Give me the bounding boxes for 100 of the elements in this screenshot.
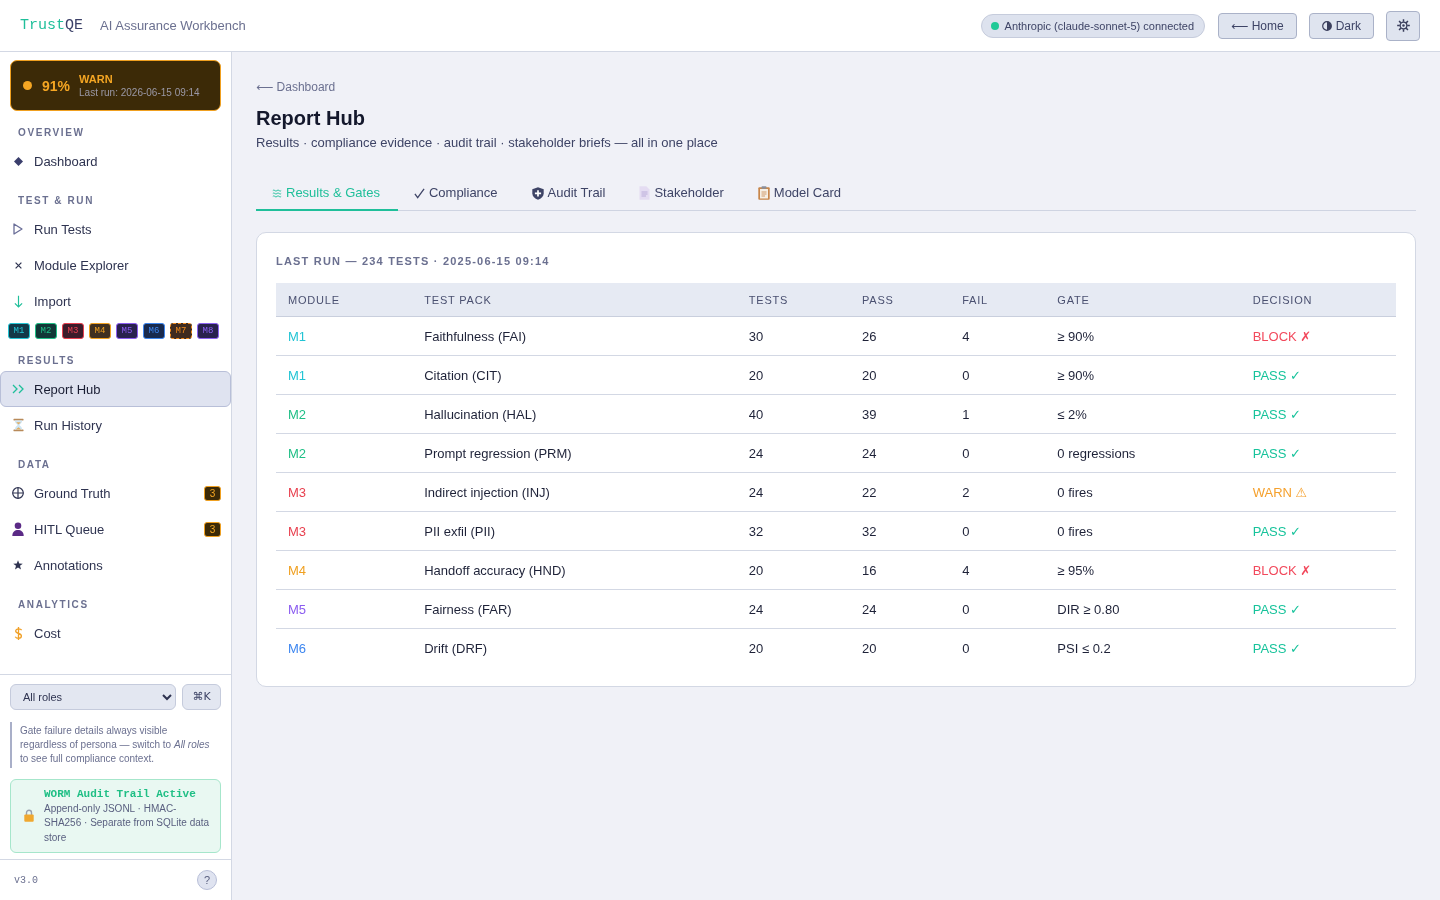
nav-item[interactable]: Report Hub [0,371,231,407]
nav-item[interactable]: Module Explorer [0,247,231,283]
module-chip[interactable]: M7 [170,323,192,339]
header-button[interactable]: ⟵ Home [1218,12,1297,39]
table-cell: M4 [276,550,413,590]
module-chip[interactable]: M8 [197,323,219,339]
table-cell: PASS ✓ [1240,628,1396,667]
cross-icon [14,261,22,269]
table-cell: M1 [276,355,413,395]
table-cell: 0 [950,433,1046,473]
nav-item[interactable]: Import [0,283,231,319]
hourglass-icon [12,418,24,432]
section-heading: TEST & RUN [17,194,95,207]
table-cell: 0 [950,511,1046,551]
nav-item[interactable]: Dashboard [0,143,231,179]
column-header: TESTS [736,283,850,317]
table-cell: Hallucination (HAL) [412,394,737,434]
table-cell: Indirect injection (INJ) [412,472,737,512]
document-icon [639,186,651,200]
version-label: v3.0 [14,874,38,886]
nav-item[interactable]: Cost [0,615,231,651]
play-icon [13,223,23,235]
role-select[interactable]: All roles [10,683,176,710]
nav-item[interactable]: Annotations [0,547,231,583]
column-header: GATE [1045,283,1241,317]
table-cell: Fairness (FAR) [412,589,737,629]
header-button[interactable]: Dark [1308,12,1374,39]
table-cell: M2 [276,433,413,473]
section-heading: DATA [17,458,52,471]
column-header: DECISION [1240,283,1396,317]
table-cell: M3 [276,472,413,512]
table-cell: Prompt regression (PRM) [412,433,737,473]
nav-item[interactable]: Run History [0,407,231,443]
section-heading: OVERVIEW [17,126,86,139]
settings-button[interactable] [1386,10,1420,41]
table-cell: 24 [736,433,850,473]
table-cell: 0 [950,355,1046,395]
tab[interactable]: Model Card [741,178,859,211]
table-cell: 20 [736,628,850,667]
shield-icon [531,186,544,200]
table-cell: 2 [950,472,1046,512]
diamond-icon [13,156,23,166]
status-label: WARN [79,73,114,85]
table-cell: 4 [950,316,1046,356]
contrast-icon [1321,20,1332,31]
table-cell: 0 fires [1045,472,1241,512]
table-cell: Handoff accuracy (HND) [412,550,737,590]
nav-item[interactable]: Run Tests [0,211,231,247]
page-subtitle: Results · compliance evidence · audit trail · stakeholder briefs — all in one place [256,135,719,151]
table-cell: BLOCK ✗ [1240,316,1396,356]
table-cell: M3 [276,511,413,551]
module-chip[interactable]: M4 [89,323,111,339]
table-cell: M1 [276,316,413,356]
table-cell: 20 [736,550,850,590]
table-cell: PII exfil (PII) [412,511,737,551]
module-chip[interactable]: M5 [116,323,138,339]
person-icon [12,522,24,536]
table-cell: 20 [850,355,951,395]
score-text: 91% [42,77,71,94]
breadcrumb-link[interactable]: ⟵ Dashboard [256,79,336,95]
column-header: PASS [850,283,951,317]
tab[interactable]: Stakeholder [623,178,742,211]
module-chip[interactable]: M6 [143,323,165,339]
lock-icon [24,809,34,823]
help-button[interactable]: ? [197,870,217,890]
tab[interactable]: Audit Trail [515,178,624,211]
card-caption: LAST RUN — 234 TESTS · 2025-06-15 09:14 [276,254,551,268]
table-cell: Drift (DRF) [412,628,737,667]
check-icon [413,187,425,199]
table-cell: 39 [850,394,951,434]
connection-text: Anthropic (claude-sonnet-5) connected [1004,19,1195,32]
table-cell: ≤ 2% [1045,394,1241,434]
table-cell: PASS ✓ [1240,511,1396,551]
crosshair-icon [12,487,24,499]
table-cell: PASS ✓ [1240,589,1396,629]
table-cell: 30 [736,316,850,356]
section-heading: ANALYTICS [17,598,90,611]
table-cell: 20 [736,355,850,395]
table-cell: 32 [736,511,850,551]
table-cell: PSI ≤ 0.2 [1045,628,1241,667]
table-cell: 20 [850,628,951,667]
table-cell: M5 [276,589,413,629]
nav-item[interactable]: HITL Queue 3 [0,511,231,547]
table-cell: 0 [950,628,1046,667]
table-cell: M6 [276,628,413,667]
tab[interactable]: Compliance [397,178,516,211]
module-chip[interactable]: M2 [35,323,57,339]
module-chip[interactable]: M1 [8,323,30,339]
module-chip[interactable]: M3 [62,323,84,339]
table-cell: Faithfulness (FAI) [412,316,737,356]
double-chevron-icon [12,384,24,394]
table-cell: 24 [736,589,850,629]
table-cell: 24 [736,472,850,512]
table-cell: Citation (CIT) [412,355,737,395]
logo: TrustQE [20,17,84,34]
column-header: FAIL [950,283,1046,317]
dollar-icon [13,625,23,641]
table-cell: BLOCK ✗ [1240,550,1396,590]
nav-item[interactable]: Ground Truth 3 [0,475,231,511]
shortcut-button[interactable]: ⌘K [182,683,221,710]
